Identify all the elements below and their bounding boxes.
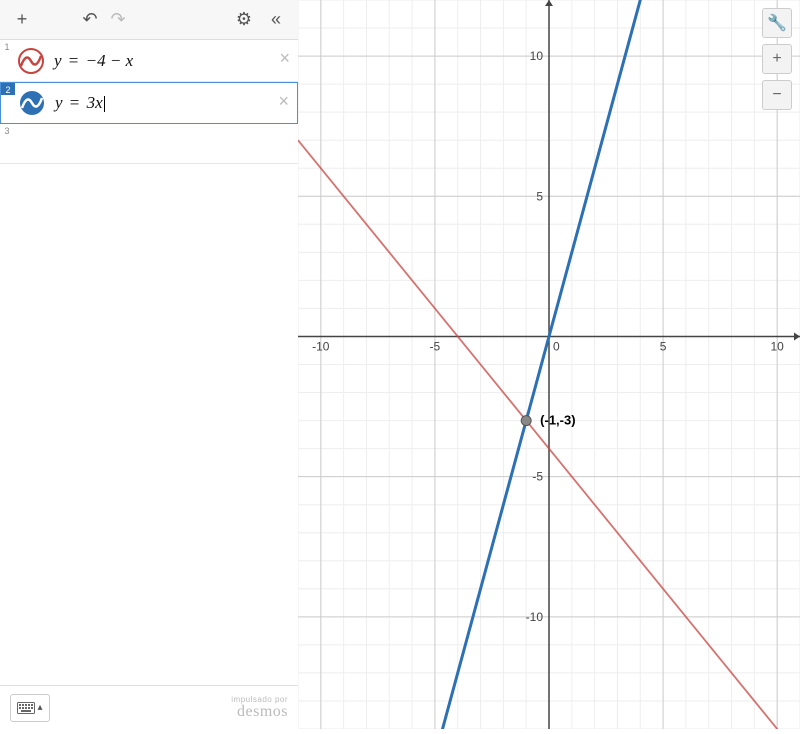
svg-text:-10: -10	[526, 610, 544, 624]
expression-row-empty[interactable]: 3	[0, 124, 298, 164]
expression-text[interactable]: y = 3x	[55, 93, 105, 113]
wrench-icon: 🔧	[767, 13, 787, 33]
svg-text:0: 0	[553, 339, 560, 353]
keyboard-toggle-button[interactable]: ▴	[10, 694, 50, 722]
graph-canvas[interactable]: -10 -5 0 5 10 -10 -5 5 10 (-1,-3)	[298, 0, 800, 729]
svg-text:-5: -5	[430, 339, 441, 353]
delete-expression-button[interactable]: ×	[279, 48, 290, 69]
gear-icon: ⚙	[236, 9, 252, 30]
expression-number: 3	[0, 124, 14, 136]
graph-settings-button[interactable]: 🔧	[762, 8, 792, 38]
add-expression-button[interactable]: +	[8, 6, 36, 34]
svg-text:-5: -5	[532, 470, 543, 484]
expression-toolbar: + ↶ ↷ ⚙ «	[0, 0, 298, 40]
svg-text:5: 5	[536, 189, 543, 203]
expression-number: 1	[0, 40, 14, 52]
expression-row[interactable]: 2 y = 3x ×	[0, 82, 298, 124]
sidebar-footer: ▴ impulsado por desmos	[0, 685, 298, 729]
expression-color-icon[interactable]	[18, 48, 44, 74]
expression-text[interactable]: y = −4 − x	[54, 51, 133, 71]
expression-color-icon[interactable]	[19, 90, 45, 116]
svg-text:10: 10	[530, 49, 544, 63]
keyboard-icon	[17, 702, 35, 714]
zoom-in-button[interactable]: +	[762, 44, 792, 74]
undo-button[interactable]: ↶	[76, 6, 104, 34]
collapse-sidebar-button[interactable]: «	[262, 6, 290, 34]
svg-text:-10: -10	[312, 339, 330, 353]
chevron-up-icon: ▴	[37, 702, 42, 713]
svg-text:10: 10	[771, 339, 785, 353]
expression-row[interactable]: 1 y = −4 − x ×	[0, 40, 298, 82]
delete-expression-button[interactable]: ×	[278, 91, 289, 112]
redo-button[interactable]: ↷	[104, 6, 132, 34]
zoom-panel: 🔧 + −	[762, 8, 792, 116]
expression-list: 1 y = −4 − x × 2 y = 3x × 3	[0, 40, 298, 164]
svg-text:(-1,-3): (-1,-3)	[540, 413, 575, 428]
svg-text:5: 5	[660, 339, 667, 353]
zoom-out-button[interactable]: −	[762, 80, 792, 110]
brand-attribution: impulsado por desmos	[231, 696, 288, 720]
expression-number: 2	[1, 83, 15, 95]
settings-button[interactable]: ⚙	[230, 6, 258, 34]
